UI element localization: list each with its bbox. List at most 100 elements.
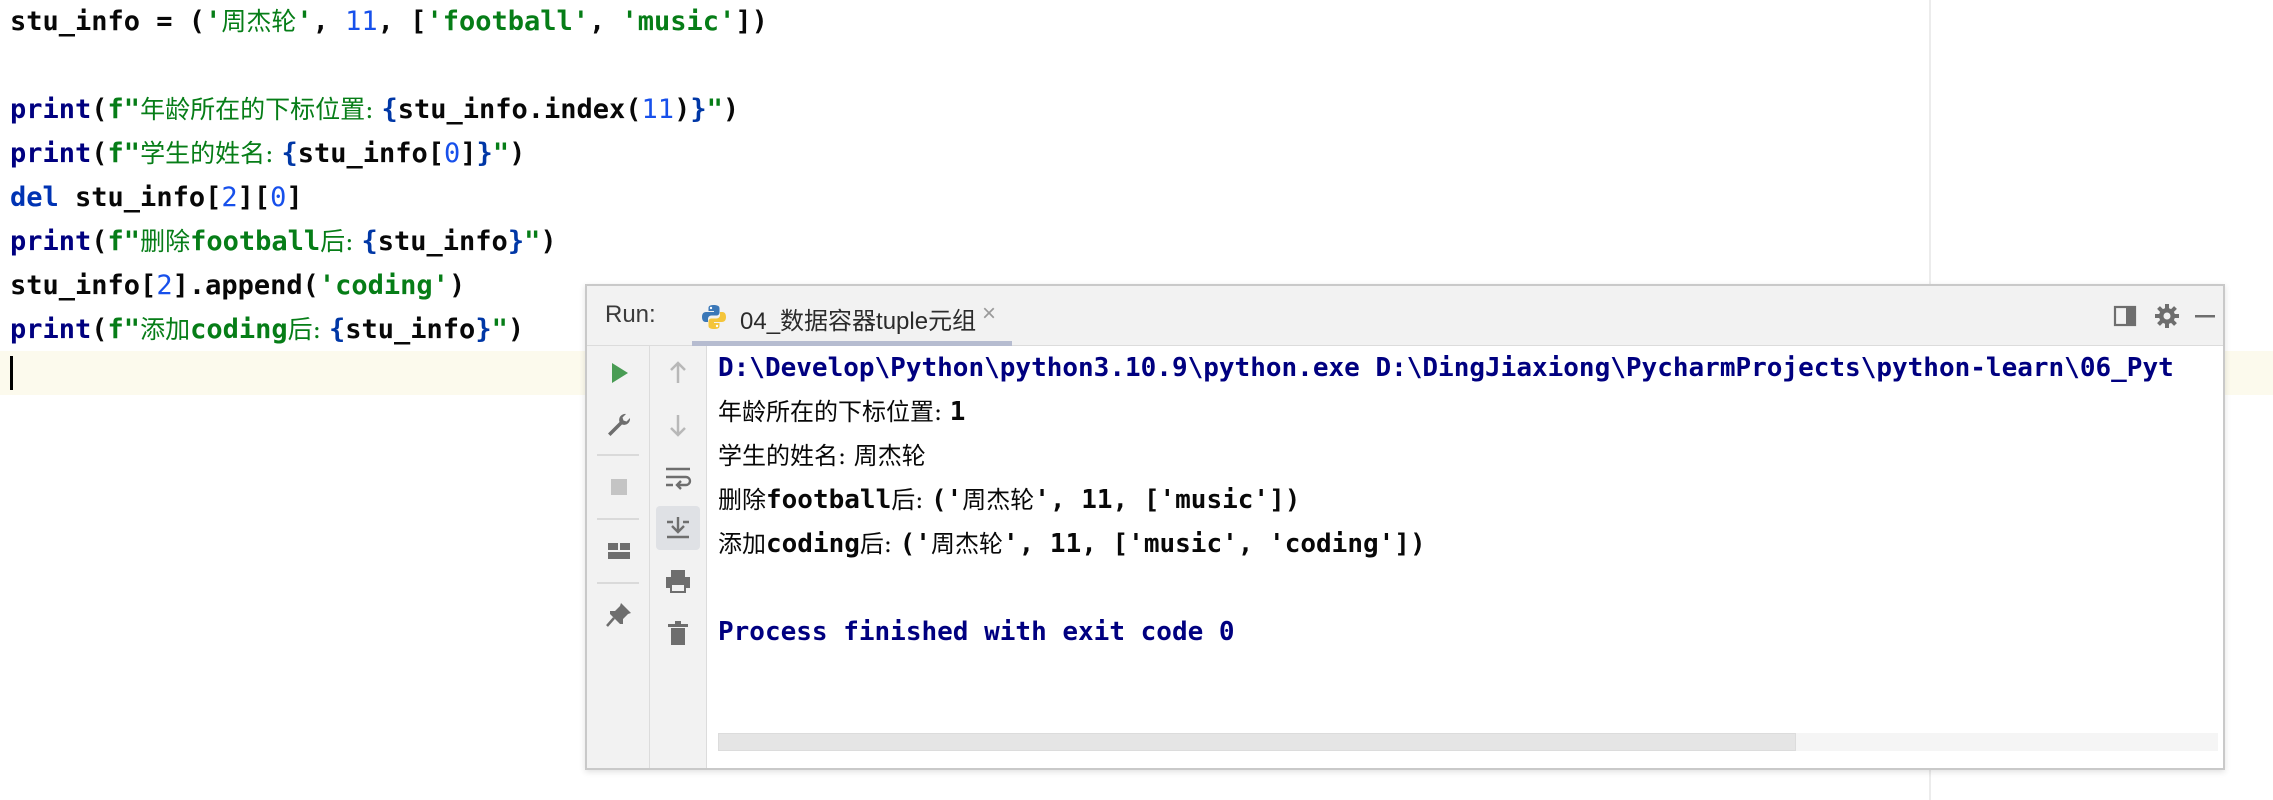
- code-token: print: [10, 138, 92, 169]
- code-token: 2: [156, 270, 173, 301]
- console-token: 年龄所在的下标位置:: [718, 398, 950, 426]
- code-token: f": [107, 138, 141, 169]
- stop-icon[interactable]: [604, 472, 634, 502]
- console-token: 后:: [859, 530, 900, 558]
- code-line[interactable]: print(f"学生的姓名: {stu_info[0]}"): [10, 132, 525, 176]
- code-token: 删除: [140, 227, 191, 256]
- console-token: coding: [766, 529, 860, 559]
- horizontal-scrollbar[interactable]: [718, 733, 2218, 751]
- console-token: D:\Develop\Python\python3.10.9\python.ex…: [718, 353, 2174, 383]
- code-token: 年龄所在的下标位置:: [140, 95, 382, 124]
- code-token: 周杰轮: [221, 7, 297, 36]
- arrow-up-icon[interactable]: [663, 358, 693, 388]
- code-line[interactable]: print(f"删除football后: {stu_info}"): [10, 220, 557, 264]
- code-token: ): [507, 314, 525, 345]
- code-token: stu_info[: [10, 270, 157, 301]
- code-token: 2: [221, 182, 238, 213]
- minimize-icon[interactable]: [2190, 301, 2220, 331]
- code-token: stu_info[: [58, 182, 222, 213]
- console-token: 删除: [718, 486, 766, 514]
- code-token: coding: [190, 314, 288, 345]
- code-token: ): [674, 94, 691, 125]
- console-token: 周杰轮: [962, 486, 1035, 514]
- console-token: 添加: [718, 530, 766, 558]
- code-token: ': [296, 6, 313, 37]
- console-token: 学生的姓名: 周杰轮: [718, 442, 926, 470]
- scrollbar-thumb[interactable]: [718, 733, 1796, 751]
- console-token: 周杰轮: [930, 530, 1003, 558]
- console-line: 年龄所在的下标位置: 1: [718, 390, 965, 434]
- console-line: 删除football后: ('周杰轮', 11, ['music']): [718, 478, 1300, 522]
- code-line[interactable]: print(f"添加coding后: {stu_info}"): [10, 308, 524, 352]
- console-token: 1: [949, 397, 966, 427]
- console-line: 学生的姓名: 周杰轮: [718, 434, 926, 478]
- code-token: f": [107, 94, 141, 125]
- code-token: stu_info[: [297, 138, 445, 169]
- console-line: 添加coding后: ('周杰轮', 11, ['music', 'coding…: [718, 522, 1426, 566]
- layout-icon[interactable]: [604, 536, 634, 566]
- run-header: Run: 04_数据容器tuple元组 ×: [587, 286, 2223, 346]
- code-token: ,: [312, 6, 346, 37]
- arrow-down-icon[interactable]: [663, 410, 693, 440]
- code-line[interactable]: print(f"年龄所在的下标位置: {stu_info.index(11)}"…: [10, 88, 739, 132]
- console-token: (': [930, 485, 963, 515]
- code-token: ].append(: [172, 270, 319, 301]
- code-token: ": [524, 226, 541, 257]
- code-token: 后:: [320, 227, 362, 256]
- code-line[interactable]: stu_info[2].append('coding'): [10, 264, 465, 308]
- code-token: stu_info = (: [10, 6, 206, 37]
- rerun-icon[interactable]: [604, 358, 634, 388]
- run-label: Run:: [605, 301, 656, 328]
- console-token: football: [766, 485, 892, 515]
- toolbar-separator: [597, 518, 639, 520]
- ide-window: stu_info = ('周杰轮', 11, ['football', 'mus…: [0, 0, 2273, 800]
- close-tab-icon[interactable]: ×: [982, 300, 996, 328]
- console-token: ', 11, ['music']): [1034, 485, 1301, 515]
- code-token: ,: [589, 6, 622, 37]
- code-token: 添加: [140, 315, 191, 344]
- code-token: }: [476, 138, 493, 169]
- wrench-icon[interactable]: [604, 410, 634, 440]
- code-line[interactable]: del stu_info[2][0]: [10, 176, 303, 220]
- console-output[interactable]: D:\Develop\Python\python3.10.9\python.ex…: [708, 346, 2223, 768]
- pin-icon[interactable]: [604, 600, 634, 630]
- toolbar-separator: [597, 582, 639, 584]
- toolbar-separator: [597, 454, 639, 456]
- code-token: stu_info.index(: [397, 94, 642, 125]
- python-file-icon: [702, 305, 726, 329]
- code-token: (: [91, 314, 108, 345]
- soft-wrap-icon[interactable]: [663, 462, 693, 492]
- code-token: 'football': [426, 6, 589, 37]
- code-token: print: [10, 94, 92, 125]
- code-line[interactable]: stu_info = ('周杰轮', 11, ['football', 'mus…: [10, 0, 768, 44]
- code-token: print: [10, 314, 92, 345]
- code-token: , [: [377, 6, 427, 37]
- code-token: ": [706, 94, 723, 125]
- code-token: 'music': [621, 6, 736, 37]
- console-line: Process finished with exit code 0: [718, 610, 1235, 654]
- print-icon[interactable]: [663, 566, 693, 596]
- run-tool-window: Run: 04_数据容器tuple元组 × D:\Develop\Python\…: [585, 284, 2225, 770]
- code-token: ": [492, 138, 510, 169]
- scroll-to-end-icon[interactable]: [663, 513, 693, 543]
- code-token: }: [507, 226, 525, 257]
- run-tab-title: 04_数据容器tuple元组: [740, 308, 977, 335]
- run-tab[interactable]: 04_数据容器tuple元组 ×: [692, 286, 1012, 346]
- code-token: stu_info: [345, 314, 476, 345]
- code-token: ": [491, 314, 508, 345]
- code-token: {: [381, 94, 398, 125]
- gear-icon[interactable]: [2152, 301, 2182, 331]
- code-token: football: [190, 226, 321, 257]
- code-token: }: [475, 314, 492, 345]
- code-token: {: [361, 226, 378, 257]
- code-token: ): [509, 138, 526, 169]
- restore-layout-icon[interactable]: [2110, 301, 2140, 331]
- code-token: 'coding': [318, 270, 449, 301]
- code-token: 后:: [287, 315, 329, 344]
- code-token: ]: [286, 182, 303, 213]
- run-toolbar-left: [587, 346, 650, 768]
- trash-icon[interactable]: [663, 618, 693, 648]
- code-token: 0: [270, 182, 287, 213]
- code-token: ): [722, 94, 740, 125]
- text-caret: [10, 356, 13, 390]
